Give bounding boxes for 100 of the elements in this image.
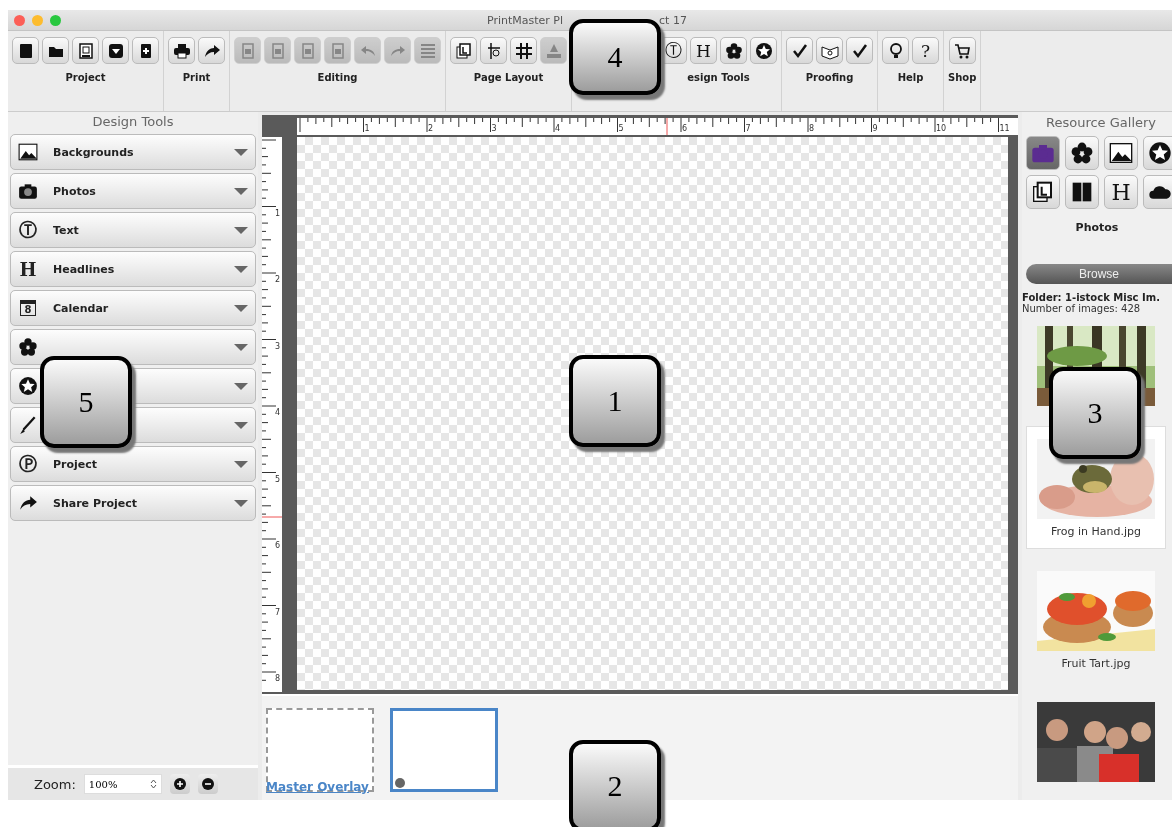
toolbar-button[interactable] <box>102 37 129 64</box>
flower-icon <box>724 41 743 60</box>
ruler-number: 5 <box>275 474 281 484</box>
sidebar-item[interactable]: Photos <box>10 173 256 209</box>
item-label: Project <box>53 457 99 471</box>
toolbar-button[interactable] <box>168 37 195 64</box>
panel-title: Resource Gallery <box>1045 114 1158 132</box>
gallery-tab[interactable] <box>1065 175 1099 209</box>
ruler-number: 2 <box>428 124 434 133</box>
folder-label: Folder: 1-istock Misc Im. <box>1022 292 1161 303</box>
toolbar-button[interactable] <box>450 37 477 64</box>
sidebar-item[interactable]: Backgrounds <box>10 134 256 170</box>
toolbar-button[interactable] <box>750 37 777 64</box>
sidebar-item[interactable]: Share Project <box>10 485 256 521</box>
calendar-icon: 8 <box>17 297 39 319</box>
toolbar-button[interactable] <box>42 37 69 64</box>
picture-icon <box>18 142 38 162</box>
ruler-number: 2 <box>275 275 281 284</box>
toolbar-button[interactable] <box>132 37 159 64</box>
item-label: Share Project <box>53 496 138 510</box>
ruler-number: 8 <box>275 674 281 683</box>
gallery-tab[interactable] <box>1065 136 1099 170</box>
toolbar-button[interactable]: Ⓣ <box>660 37 687 64</box>
toolbar-button[interactable] <box>720 37 747 64</box>
ruler-number: 1 <box>364 124 370 133</box>
zoom-label: Zoom: <box>34 776 76 792</box>
section-title: Photos <box>1074 221 1120 234</box>
ruler-number: 4 <box>555 124 561 133</box>
browse-button[interactable]: Browse <box>1026 264 1172 284</box>
toolbar-button[interactable] <box>816 37 843 64</box>
document-icon <box>76 41 95 60</box>
toolbar-button[interactable] <box>72 37 99 64</box>
gallery-tab[interactable] <box>1143 175 1172 209</box>
sidebar-item[interactable]: 8 Calendar <box>10 290 256 326</box>
group-label: Shop <box>948 72 977 83</box>
grid-icon <box>514 41 533 60</box>
toolbar-button[interactable]: H <box>690 37 717 64</box>
group-label: Print <box>182 72 211 83</box>
zoom-in-button[interactable] <box>169 774 190 794</box>
stepper-icon <box>149 778 157 790</box>
toolbar-button[interactable] <box>948 37 976 64</box>
master-thumbnail[interactable]: Master Overlay <box>266 708 374 792</box>
gallery-tab[interactable] <box>1104 136 1138 170</box>
item-label: Backgrounds <box>53 145 135 159</box>
callout-tooltip: 3 <box>1049 367 1141 459</box>
toolbar-button[interactable] <box>846 37 873 64</box>
camera-icon <box>18 181 38 201</box>
toolbar-button[interactable] <box>198 37 225 64</box>
item-label: Headlines <box>53 262 116 276</box>
letter-icon: Ⓟ <box>17 453 39 475</box>
gallery-tab[interactable]: H <box>1104 175 1138 209</box>
ruler-number: 8 <box>809 124 815 133</box>
page-thumbnail[interactable] <box>390 708 498 792</box>
callout-tooltip: 4 <box>569 19 661 95</box>
sidebar-item[interactable]: Ⓟ Project <box>10 446 256 482</box>
toolbar-button[interactable] <box>786 37 813 64</box>
gallery-tab[interactable] <box>1026 175 1060 209</box>
gallery-tab[interactable] <box>1143 136 1172 170</box>
sidebar-item[interactable]: Ⓣ Text <box>10 212 256 248</box>
ruler-number: 5 <box>618 124 624 133</box>
ruler-number: 7 <box>275 607 281 617</box>
layers-icon <box>454 41 473 60</box>
item-label: Calendar <box>53 301 110 315</box>
toolbar-button[interactable] <box>510 37 537 64</box>
group-label: esign Tools <box>687 72 750 83</box>
cart-icon <box>953 41 972 60</box>
book-icon <box>1070 180 1094 204</box>
ruler-number: 6 <box>682 124 688 133</box>
sidebar-item[interactable] <box>10 329 256 365</box>
gallery-tab[interactable] <box>1026 136 1060 170</box>
photo-caption: Frog in Hand.jpg <box>1051 525 1141 538</box>
brush-icon <box>18 415 38 435</box>
ruler-number: 7 <box>745 124 751 133</box>
group-label: Help <box>897 72 924 83</box>
window-title: PrintMaster Pl <box>487 13 564 27</box>
sidebar-item[interactable]: H Headlines <box>10 251 256 287</box>
window-title: ct 17 <box>659 13 687 27</box>
master-overlay-link[interactable]: Master Overlay <box>266 780 369 794</box>
group-label: Page Layout <box>473 72 544 83</box>
panel-title: Design Tools <box>91 113 175 131</box>
ruler-number: 3 <box>491 124 497 133</box>
zoom-field[interactable]: 100% <box>83 774 162 794</box>
item-label: Text <box>53 223 80 237</box>
plus-icon <box>173 778 186 790</box>
ruler-number: 1 <box>275 208 281 218</box>
download-icon <box>106 41 125 60</box>
zoom-out-button[interactable] <box>197 774 218 794</box>
toolbar-button[interactable] <box>480 37 507 64</box>
flower-icon <box>18 337 38 357</box>
toolbar-button[interactable]: ? <box>912 37 939 64</box>
minus-icon <box>201 778 214 790</box>
image-count: Number of images: 428 <box>1022 303 1142 314</box>
ruler-number: 3 <box>275 341 281 351</box>
page-badge-icon <box>395 778 405 788</box>
ruler-number: 11 <box>999 124 1010 133</box>
photo-caption: Fruit Tart.jpg <box>1061 657 1131 670</box>
toolbar-button[interactable] <box>882 37 909 64</box>
toolbar-button[interactable] <box>12 37 39 64</box>
picture-icon <box>1109 141 1133 165</box>
ruler-number: 9 <box>872 124 878 133</box>
